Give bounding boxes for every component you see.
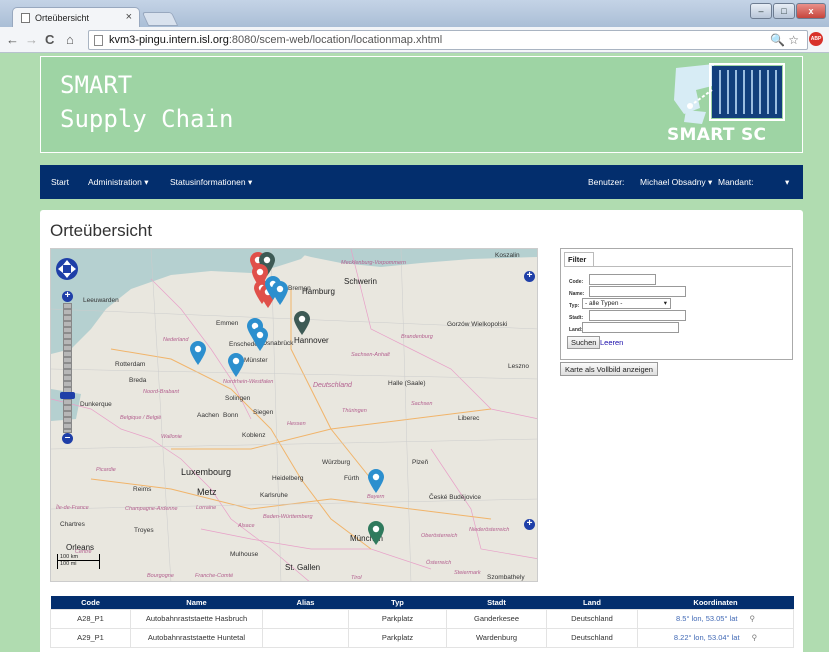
table-row[interactable]: A28_P1 Autobahnraststaette Hasbruch Park… — [50, 608, 794, 629]
nav-start[interactable]: Start — [51, 177, 69, 187]
cell-name: Autobahnraststaette Hasbruch — [130, 608, 263, 629]
cell-code: A29_P1 — [50, 627, 131, 648]
browser-tabbar: Orteübersicht × – □ x — [0, 0, 829, 27]
column-header[interactable]: Name — [130, 596, 263, 609]
location-marker-icon[interactable] — [368, 468, 384, 494]
land-input[interactable] — [582, 322, 679, 333]
reload-button[interactable]: C — [45, 32, 54, 47]
cell-coordinates: 8.5° lon, 53.05° lat ⚲ — [637, 608, 794, 629]
mandant-dropdown[interactable]: ▾ — [785, 177, 789, 188]
locate-magnifier-icon[interactable]: ⚲ — [752, 633, 758, 642]
table-header-row: Code Name Alias Typ Stadt Land Koordinat… — [50, 596, 794, 609]
forward-button[interactable]: → — [25, 32, 38, 47]
location-marker-icon[interactable] — [190, 340, 206, 366]
tab-close-icon[interactable]: × — [126, 11, 132, 23]
reset-link[interactable]: Leeren — [600, 338, 623, 347]
cell-name: Autobahnraststaette Huntetal — [130, 627, 263, 648]
cell-typ: Parkplatz — [348, 627, 447, 648]
cell-stadt: Wardenburg — [446, 627, 547, 648]
page-favicon-icon — [21, 13, 30, 23]
fullscreen-map-button[interactable]: Karte als Vollbild anzeigen — [560, 362, 658, 376]
cell-land: Deutschland — [546, 627, 638, 648]
code-input[interactable] — [589, 274, 656, 285]
select-arrow-icon: ▾ — [663, 300, 667, 307]
table-row[interactable]: A29_P1 Autobahnraststaette Huntetal Park… — [50, 627, 794, 648]
zoom-star-icons[interactable]: 🔍 ☆ — [770, 33, 799, 47]
site-header: SMART Supply Chain SMART SC — [40, 56, 803, 153]
location-marker-icon[interactable] — [294, 310, 310, 336]
search-button[interactable]: Suchen — [567, 336, 601, 349]
locate-magnifier-icon[interactable]: ⚲ — [749, 614, 755, 623]
cell-stadt: Ganderkesee — [446, 608, 547, 629]
benutzer-label: Benutzer: — [588, 177, 625, 187]
content-panel: Orteübersicht Koszalin Mecklenburg-Vorpo… — [40, 210, 803, 652]
column-header[interactable]: Land — [546, 596, 638, 609]
land-label: Land: — [569, 327, 583, 333]
locations-table: Code Name Alias Typ Stadt Land Koordinat… — [50, 596, 794, 648]
stadt-input[interactable] — [589, 310, 686, 321]
typ-select[interactable]: - alle Typen - ▾ — [582, 298, 671, 309]
browser-toolbar: ← → C ⌂ kvm3-pingu.intern.isl.org:8080/s… — [0, 27, 829, 53]
column-header[interactable]: Stadt — [446, 596, 547, 609]
location-marker-icon[interactable] — [228, 352, 244, 378]
cell-code: A28_P1 — [50, 608, 131, 629]
typ-label: Typ: — [569, 303, 580, 309]
location-marker-icon[interactable] — [368, 520, 384, 546]
map-markers — [51, 249, 538, 582]
nav-user-menu[interactable]: Michael Obsadny ▾ — [640, 177, 712, 188]
page-icon — [94, 35, 103, 46]
code-label: Code: — [569, 279, 584, 285]
mandant-label: Mandant: — [718, 177, 754, 187]
nav-statusinformationen[interactable]: Statusinformationen ▾ — [170, 177, 252, 188]
logo-text: SMART SC — [667, 125, 767, 145]
column-header[interactable]: Alias — [262, 596, 349, 609]
page-title: Orteübersicht — [50, 221, 153, 240]
window-maximize-button[interactable]: □ — [773, 3, 795, 19]
address-bar[interactable]: kvm3-pingu.intern.isl.org:8080/scem-web/… — [88, 30, 808, 50]
back-button[interactable]: ← — [6, 32, 19, 47]
cell-alias — [262, 627, 349, 648]
location-map[interactable]: Koszalin Mecklenburg-Vorpommern Schwerin… — [50, 248, 538, 582]
nav-administration[interactable]: Administration ▾ — [88, 177, 148, 188]
brand-title[interactable]: SMART Supply Chain — [60, 68, 233, 136]
stadt-label: Stadt: — [569, 315, 584, 321]
column-header[interactable]: Typ — [348, 596, 447, 609]
filter-tab[interactable]: Filter — [564, 252, 594, 266]
address-url: kvm3-pingu.intern.isl.org:8080/scem-web/… — [109, 34, 443, 46]
filter-panel: Filter Code: Name: Typ: - alle Typen - ▾ … — [560, 248, 793, 360]
column-header[interactable]: Code — [50, 596, 131, 609]
cell-alias — [262, 608, 349, 629]
adblock-icon[interactable]: ABP — [809, 32, 823, 46]
location-marker-icon[interactable] — [272, 280, 288, 306]
cell-land: Deutschland — [546, 608, 638, 629]
name-label: Name: — [569, 291, 585, 297]
location-marker-icon[interactable] — [252, 326, 268, 352]
cell-coordinates: 8.22° lon, 53.04° lat ⚲ — [637, 627, 794, 648]
window-minimize-button[interactable]: – — [750, 3, 772, 19]
name-input[interactable] — [589, 286, 686, 297]
window-close-button[interactable]: x — [796, 3, 826, 19]
filter-form: Code: Name: Typ: - alle Typen - ▾ Stadt: … — [564, 266, 791, 357]
column-header[interactable]: Koordinaten — [637, 596, 794, 609]
cell-typ: Parkplatz — [348, 608, 447, 629]
new-tab-button[interactable] — [141, 12, 179, 26]
home-button[interactable]: ⌂ — [66, 32, 74, 47]
browser-tab[interactable]: Orteübersicht × — [12, 7, 140, 27]
tab-title: Orteübersicht — [35, 13, 90, 23]
main-navbar: Start Administration ▾ Statusinformation… — [40, 165, 803, 199]
